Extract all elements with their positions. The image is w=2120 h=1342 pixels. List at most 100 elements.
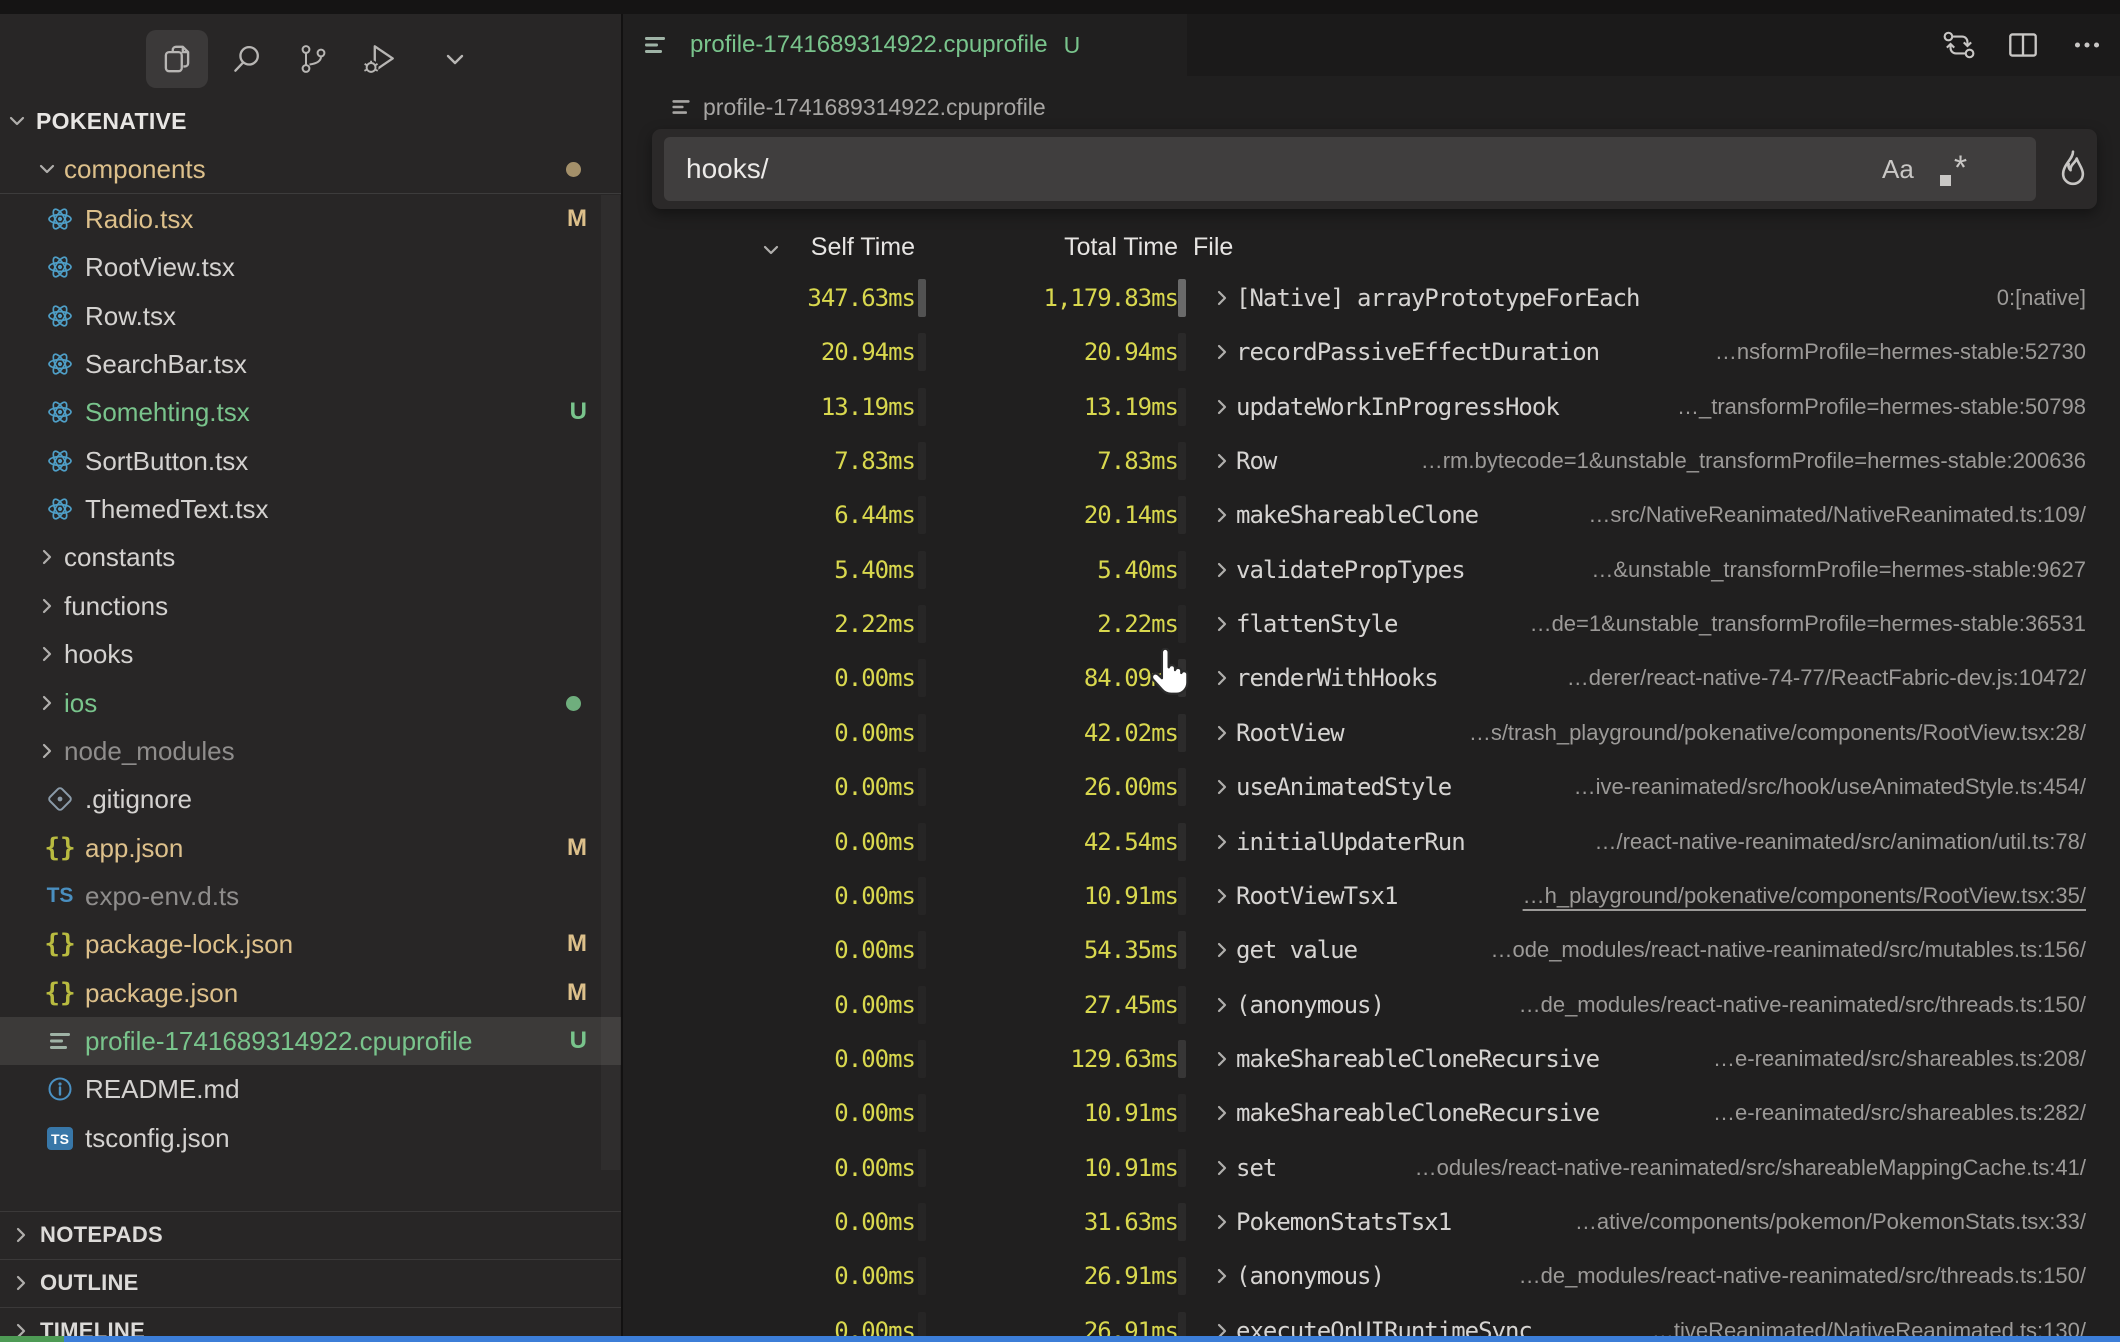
expand-chevron-icon[interactable] xyxy=(1211,776,1233,798)
file-location-link[interactable]: …/react-native-reanimated/src/animation/… xyxy=(1594,829,2086,855)
expand-chevron-icon[interactable] xyxy=(1211,287,1233,309)
profile-row[interactable]: 0.00ms84.09msrenderWithHooks…derer/react… xyxy=(623,651,2120,705)
profile-row[interactable]: 0.00ms27.45ms(anonymous)…de_modules/reac… xyxy=(623,978,2120,1032)
expand-chevron-icon[interactable] xyxy=(1211,1048,1233,1070)
regex-square xyxy=(1940,175,1951,186)
expand-chevron-icon[interactable] xyxy=(1211,667,1233,689)
folder-functions[interactable]: functions xyxy=(0,582,621,630)
split-editor-icon[interactable] xyxy=(2004,26,2042,64)
column-file[interactable]: File xyxy=(1193,233,1233,262)
column-total-time[interactable]: Total Time xyxy=(998,233,1178,262)
chevron-down-icon[interactable] xyxy=(436,40,474,78)
explorer-icon[interactable] xyxy=(158,40,196,78)
expand-chevron-icon[interactable] xyxy=(1211,1211,1233,1233)
profile-row[interactable]: 0.00ms42.54msinitialUpdaterRun…/react-na… xyxy=(623,815,2120,869)
expand-chevron-icon[interactable] xyxy=(1211,559,1233,581)
file-location-link[interactable]: …de_modules/react-native-reanimated/src/… xyxy=(1519,992,2086,1018)
profile-row[interactable]: 0.00ms42.02msRootView…s/trash_playground… xyxy=(623,706,2120,760)
file-expo-env-d-ts[interactable]: TSexpo-env.d.ts xyxy=(0,872,621,920)
profile-row[interactable]: 347.63ms1,179.83ms[Native] arrayPrototyp… xyxy=(623,271,2120,325)
file-location-link[interactable]: …nsformProfile=hermes-stable:52730 xyxy=(1715,339,2086,365)
file-package-lock-json[interactable]: {}package-lock.jsonM xyxy=(0,920,621,968)
file-app-json[interactable]: {}app.jsonM xyxy=(0,824,621,872)
file-location-link[interactable]: …odules/react-native-reanimated/src/shar… xyxy=(1415,1155,2086,1181)
file--gitignore[interactable]: .gitignore xyxy=(0,775,621,823)
panel-outline[interactable]: OUTLINE xyxy=(0,1260,621,1306)
file-location-link[interactable]: 0:[native] xyxy=(1997,285,2086,311)
expand-chevron-icon[interactable] xyxy=(1211,396,1233,418)
profile-row[interactable]: 6.44ms20.14msmakeShareableClone…src/Nati… xyxy=(623,488,2120,542)
file-searchbar-tsx[interactable]: SearchBar.tsx xyxy=(0,340,621,388)
profile-row[interactable]: 0.00ms129.63msmakeShareableCloneRecursiv… xyxy=(623,1032,2120,1086)
file-somehting-tsx[interactable]: Somehting.tsxU xyxy=(0,388,621,436)
file-location-link[interactable]: …derer/react-native-74-77/ReactFabric-de… xyxy=(1567,665,2086,691)
file-location-link[interactable]: …e-reanimated/src/shareables.ts:282/ xyxy=(1713,1100,2086,1126)
expand-chevron-icon[interactable] xyxy=(1211,722,1233,744)
expand-chevron-icon[interactable] xyxy=(1211,450,1233,472)
regex-toggle[interactable]: * xyxy=(1940,153,1967,186)
folder-components[interactable]: components xyxy=(0,145,621,193)
file-location-link[interactable]: …h_playground/pokenative/components/Root… xyxy=(1523,883,2086,909)
profile-row[interactable]: 0.00ms10.91msset…odules/react-native-rea… xyxy=(623,1141,2120,1195)
search-icon[interactable] xyxy=(228,40,266,78)
profile-row[interactable]: 7.83ms7.83msRow…rm.bytecode=1&unstable_t… xyxy=(623,434,2120,488)
expand-chevron-icon[interactable] xyxy=(1211,1157,1233,1179)
open-changes-icon[interactable] xyxy=(1940,26,1978,64)
profile-row[interactable]: 0.00ms31.63msPokemonStatsTsx1…ative/comp… xyxy=(623,1195,2120,1249)
expand-chevron-icon[interactable] xyxy=(1211,504,1233,526)
expand-chevron-icon[interactable] xyxy=(1211,1102,1233,1124)
file-location-link[interactable]: …&unstable_transformProfile=hermes-stabl… xyxy=(1591,557,2086,583)
match-case-toggle[interactable]: Aa xyxy=(1882,154,1914,185)
file-location-link[interactable]: …_transformProfile=hermes-stable:50798 xyxy=(1677,394,2086,420)
flame-graph-toggle[interactable] xyxy=(2050,143,2096,195)
file-profile-1741689314922-cpuprofile[interactable]: profile-1741689314922.cpuprofileU xyxy=(0,1017,621,1065)
file-package-json[interactable]: {}package.jsonM xyxy=(0,969,621,1017)
file-location-link[interactable]: …src/NativeReanimated/NativeReanimated.t… xyxy=(1588,502,2086,528)
file-location-link[interactable]: …ive-reanimated/src/hook/useAnimatedStyl… xyxy=(1574,774,2086,800)
column-self-time[interactable]: Self Time xyxy=(703,233,915,262)
filter-input[interactable] xyxy=(664,137,2036,201)
folder-constants[interactable]: constants xyxy=(0,533,621,581)
file-tsconfig-json[interactable]: TStsconfig.json xyxy=(0,1114,621,1162)
profile-row[interactable]: 0.00ms10.91msmakeShareableCloneRecursive… xyxy=(623,1086,2120,1140)
file-themedtext-tsx[interactable]: ThemedText.tsx xyxy=(0,485,621,533)
file-location-link[interactable]: …ode_modules/react-native-reanimated/src… xyxy=(1490,937,2086,963)
profile-row[interactable]: 13.19ms13.19msupdateWorkInProgressHook…_… xyxy=(623,380,2120,434)
profile-row[interactable]: 5.40ms5.40msvalidatePropTypes…&unstable_… xyxy=(623,543,2120,597)
file-readme-md[interactable]: README.md xyxy=(0,1065,621,1113)
profile-row[interactable]: 2.22ms2.22msflattenStyle…de=1&unstable_t… xyxy=(623,597,2120,651)
expand-chevron-icon[interactable] xyxy=(1211,885,1233,907)
breadcrumb[interactable]: profile-1741689314922.cpuprofile xyxy=(668,88,1568,126)
folder-hooks[interactable]: hooks xyxy=(0,630,621,678)
file-location-link[interactable]: …de_modules/react-native-reanimated/src/… xyxy=(1519,1263,2086,1289)
sidebar-scrollbar[interactable] xyxy=(601,195,620,1170)
expand-chevron-icon[interactable] xyxy=(1211,1265,1233,1287)
tab-cpuprofile[interactable]: profile-1741689314922.cpuprofile U xyxy=(623,14,1187,76)
profile-row[interactable]: 0.00ms10.91msRootViewTsx1…h_playground/p… xyxy=(623,869,2120,923)
file-location-link[interactable]: …rm.bytecode=1&unstable_transformProfile… xyxy=(1421,448,2086,474)
explorer-root-row[interactable]: POKENATIVE xyxy=(0,97,621,145)
profile-row[interactable]: 0.00ms26.00msuseAnimatedStyle…ive-reanim… xyxy=(623,760,2120,814)
expand-chevron-icon[interactable] xyxy=(1211,994,1233,1016)
file-row-tsx[interactable]: Row.tsx xyxy=(0,292,621,340)
file-location-link[interactable]: …de=1&unstable_transformProfile=hermes-s… xyxy=(1530,611,2086,637)
file-radio-tsx[interactable]: Radio.tsxM xyxy=(0,195,621,243)
run-debug-icon[interactable] xyxy=(360,40,398,78)
profile-row[interactable]: 20.94ms20.94msrecordPassiveEffectDuratio… xyxy=(623,325,2120,379)
folder-ios[interactable]: ios xyxy=(0,679,621,727)
expand-chevron-icon[interactable] xyxy=(1211,341,1233,363)
file-sortbutton-tsx[interactable]: SortButton.tsx xyxy=(0,437,621,485)
expand-chevron-icon[interactable] xyxy=(1211,831,1233,853)
more-actions-icon[interactable] xyxy=(2068,26,2106,64)
file-location-link[interactable]: …s/trash_playground/pokenative/component… xyxy=(1469,720,2086,746)
file-location-link[interactable]: …ative/components/pokemon/PokemonStats.t… xyxy=(1575,1209,2086,1235)
profile-row[interactable]: 0.00ms54.35msget value…ode_modules/react… xyxy=(623,923,2120,977)
profile-row[interactable]: 0.00ms26.91ms(anonymous)…de_modules/reac… xyxy=(623,1249,2120,1303)
file-location-link[interactable]: …e-reanimated/src/shareables.ts:208/ xyxy=(1713,1046,2086,1072)
source-control-icon[interactable] xyxy=(294,40,332,78)
folder-node-modules[interactable]: node_modules xyxy=(0,727,621,775)
expand-chevron-icon[interactable] xyxy=(1211,613,1233,635)
file-rootview-tsx[interactable]: RootView.tsx xyxy=(0,243,621,291)
expand-chevron-icon[interactable] xyxy=(1211,939,1233,961)
panel-notepads[interactable]: NOTEPADS xyxy=(0,1212,621,1258)
